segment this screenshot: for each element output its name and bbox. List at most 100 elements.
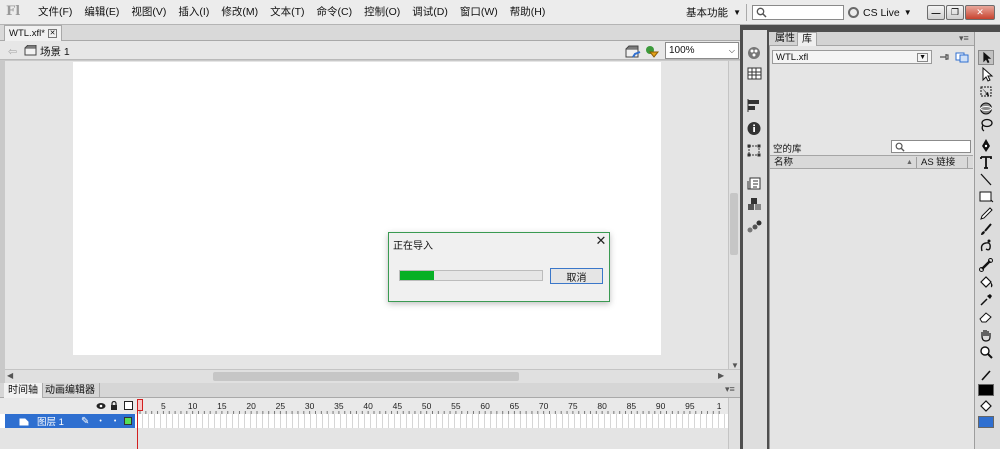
edit-scene-icon[interactable] bbox=[625, 44, 641, 58]
cancel-button[interactable]: 取消 bbox=[550, 268, 603, 284]
library-search-input[interactable] bbox=[891, 140, 971, 153]
layer-outline-color[interactable] bbox=[124, 417, 133, 425]
timeline-scrollbar[interactable] bbox=[728, 398, 740, 449]
info-icon[interactable] bbox=[746, 121, 763, 136]
library-document-select[interactable]: WTL.xfl ▼ bbox=[772, 50, 932, 64]
components-icon[interactable] bbox=[746, 197, 763, 212]
lock-icon[interactable] bbox=[110, 401, 118, 410]
tab-library[interactable]: 库 bbox=[797, 32, 817, 46]
eye-icon[interactable] bbox=[96, 402, 106, 410]
scroll-right-icon[interactable]: ▶ bbox=[718, 371, 724, 380]
close-tab-icon[interactable]: ✕ bbox=[48, 29, 57, 38]
close-icon[interactable]: ✕ bbox=[594, 234, 608, 248]
zoom-select[interactable]: 100% ⌵ bbox=[665, 42, 739, 59]
timeline-menu-icon[interactable]: ▾≡ bbox=[725, 384, 735, 395]
menu-modify[interactable]: 修改(M) bbox=[215, 0, 264, 25]
swatches-icon[interactable] bbox=[746, 66, 763, 81]
rectangle-tool-icon[interactable] bbox=[978, 189, 994, 204]
text-tool-icon[interactable] bbox=[978, 155, 994, 170]
document-tab[interactable]: WTL.xfl* ✕ bbox=[4, 25, 62, 41]
motion-presets-icon[interactable] bbox=[746, 219, 763, 234]
search-icon bbox=[895, 142, 905, 152]
cs-live-button[interactable]: CS Live ▼ bbox=[848, 4, 912, 21]
scene-icon bbox=[24, 45, 37, 56]
close-window-button[interactable]: ✕ bbox=[965, 5, 995, 20]
sort-ascending-icon[interactable]: ▲ bbox=[906, 157, 913, 168]
align-icon[interactable] bbox=[746, 98, 763, 113]
hand-tool-icon[interactable] bbox=[978, 328, 994, 343]
tab-motion-editor[interactable]: 动画编辑器 bbox=[41, 383, 100, 398]
column-divider[interactable] bbox=[967, 157, 968, 168]
brush-tool-icon[interactable] bbox=[978, 222, 994, 237]
column-divider[interactable] bbox=[916, 157, 917, 168]
panel-icon-bar bbox=[743, 30, 767, 449]
menu-file[interactable]: 文件(F) bbox=[32, 0, 78, 25]
playhead[interactable] bbox=[137, 399, 143, 411]
frame-number-label: 35 bbox=[334, 401, 344, 411]
selection-tool-icon[interactable] bbox=[978, 50, 994, 65]
lasso-tool-icon[interactable] bbox=[978, 118, 994, 133]
line-tool-icon[interactable] bbox=[978, 172, 994, 187]
restore-button[interactable]: ❐ bbox=[946, 5, 964, 20]
pencil-tool-icon[interactable] bbox=[978, 206, 994, 221]
paint-brush-icon[interactable] bbox=[746, 45, 763, 60]
frame-number-label: 25 bbox=[276, 401, 286, 411]
menu-view[interactable]: 视图(V) bbox=[125, 0, 172, 25]
frame-grid[interactable] bbox=[137, 414, 727, 428]
help-search-input[interactable] bbox=[752, 5, 844, 20]
column-as-linkage[interactable]: AS 链接 bbox=[921, 156, 955, 169]
menu-text[interactable]: 文本(T) bbox=[264, 0, 310, 25]
library-item-list[interactable] bbox=[770, 170, 973, 449]
vertical-scroll-thumb[interactable] bbox=[730, 193, 738, 255]
lock-dot[interactable]: • bbox=[114, 418, 116, 425]
layer-row[interactable]: 图层 1 ✎ • • bbox=[5, 414, 135, 428]
panel-menu-icon[interactable]: ▾≡ bbox=[959, 33, 969, 44]
restore-icon: ❐ bbox=[950, 7, 960, 17]
deco-tool-icon[interactable] bbox=[978, 238, 994, 253]
workspace-switcher[interactable]: 基本功能 ▼ bbox=[683, 4, 744, 21]
stroke-color-swatch[interactable] bbox=[978, 384, 994, 396]
menu-debug[interactable]: 调试(D) bbox=[406, 0, 454, 25]
3d-rotation-tool-icon[interactable] bbox=[978, 101, 994, 116]
outline-icon[interactable] bbox=[124, 401, 133, 410]
edit-symbols-icon[interactable] bbox=[644, 44, 660, 58]
fill-color-icon[interactable] bbox=[978, 399, 994, 414]
menu-insert[interactable]: 插入(I) bbox=[172, 0, 215, 25]
timeline-footer bbox=[0, 428, 740, 449]
dialog-body: 取消 bbox=[389, 252, 609, 301]
menu-help[interactable]: 帮助(H) bbox=[504, 0, 552, 25]
layer-name[interactable]: 图层 1 bbox=[37, 414, 77, 428]
frame-number-label: 50 bbox=[422, 401, 432, 411]
tab-timeline[interactable]: 时间轴 bbox=[4, 383, 43, 398]
column-name[interactable]: 名称 bbox=[774, 156, 793, 169]
frame-number-label: 60 bbox=[480, 401, 490, 411]
bone-tool-icon[interactable] bbox=[978, 257, 994, 272]
stroke-color-icon[interactable] bbox=[978, 368, 994, 383]
horizontal-scroll-thumb[interactable] bbox=[213, 372, 519, 381]
menu-edit[interactable]: 编辑(E) bbox=[78, 0, 125, 25]
frame-number-label: 30 bbox=[305, 401, 315, 411]
back-arrow-icon[interactable]: ⇦ bbox=[8, 45, 17, 58]
tab-properties[interactable]: 属性 bbox=[771, 32, 799, 46]
paint-bucket-tool-icon[interactable] bbox=[978, 275, 994, 290]
menu-commands[interactable]: 命令(C) bbox=[311, 0, 359, 25]
code-snippets-icon[interactable] bbox=[746, 176, 763, 191]
scroll-left-icon[interactable]: ◀ bbox=[7, 371, 13, 380]
stage-canvas[interactable] bbox=[73, 62, 661, 355]
eyedropper-tool-icon[interactable] bbox=[978, 292, 994, 307]
transform-icon[interactable] bbox=[746, 143, 763, 158]
fill-color-swatch[interactable] bbox=[978, 416, 994, 428]
minimize-button[interactable]: — bbox=[927, 5, 945, 20]
document-tab-label: WTL.xfl* bbox=[9, 28, 45, 39]
frame-ruler[interactable]: 5 10 15 20 25 30 35 40 45 50 55 60 65 70 75 80 85 90 95 1 bbox=[137, 398, 727, 414]
free-transform-tool-icon[interactable] bbox=[978, 84, 994, 99]
new-library-panel-icon[interactable] bbox=[955, 51, 969, 63]
pin-library-icon[interactable] bbox=[938, 51, 950, 63]
visible-dot[interactable]: • bbox=[99, 418, 101, 425]
eraser-tool-icon[interactable] bbox=[978, 309, 994, 324]
zoom-tool-icon[interactable] bbox=[978, 345, 994, 360]
subselection-tool-icon[interactable] bbox=[978, 67, 994, 82]
menu-control[interactable]: 控制(O) bbox=[358, 0, 406, 25]
pen-tool-icon[interactable] bbox=[978, 138, 994, 153]
menu-window[interactable]: 窗口(W) bbox=[454, 0, 504, 25]
